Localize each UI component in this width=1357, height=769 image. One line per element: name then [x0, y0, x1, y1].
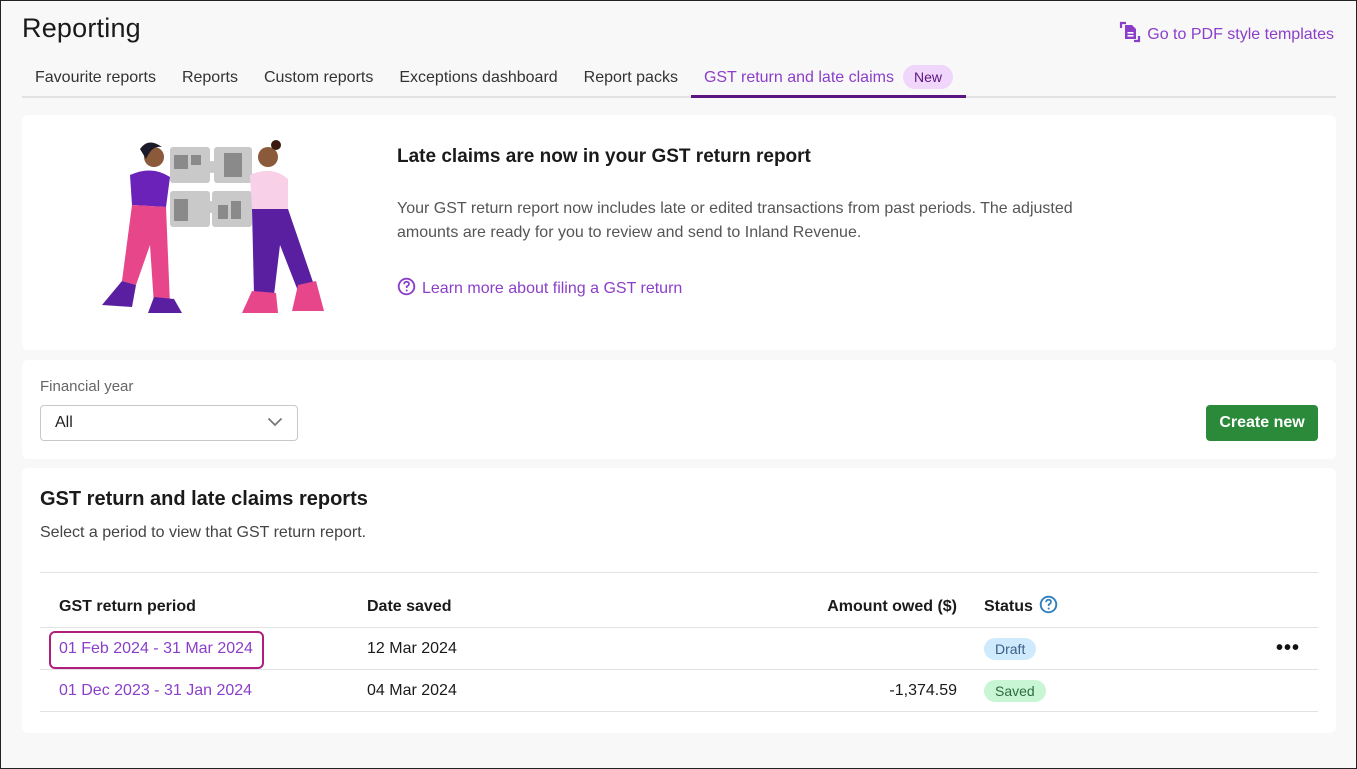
tab-label: Report packs [584, 69, 678, 87]
new-badge: New [903, 65, 953, 89]
column-header-amount-owed: Amount owed ($) [667, 598, 957, 616]
column-header-date-saved: Date saved [367, 598, 667, 616]
tab-label: Reports [182, 69, 238, 87]
reports-title: GST return and late claims reports [40, 488, 368, 511]
banner-description: Your GST return report now includes late… [397, 197, 1077, 245]
period-link[interactable]: 01 Dec 2023 - 31 Jan 2024 [59, 682, 252, 700]
tab-label: Custom reports [264, 69, 373, 87]
status-header-label: Status [984, 598, 1033, 616]
create-new-button[interactable]: Create new [1206, 405, 1318, 441]
banner-title: Late claims are now in your GST return r… [397, 146, 811, 168]
tab-label: GST return and late claims [704, 69, 894, 87]
amount-owed-cell: -1,374.59 [667, 682, 957, 700]
financial-year-label: Financial year [40, 378, 133, 395]
tab-label: Exceptions dashboard [399, 69, 557, 87]
learn-more-link[interactable]: Learn more about filing a GST return [397, 277, 682, 301]
table-row: 01 Feb 2024 - 31 Mar 2024 12 Mar 2024 Dr… [40, 628, 1318, 670]
status-badge: Saved [984, 680, 1046, 702]
help-circle-icon [397, 277, 416, 301]
page-title: Reporting [22, 13, 141, 44]
chevron-down-icon [267, 414, 283, 432]
report-tabs: Favourite reports Reports Custom reports… [22, 61, 1336, 98]
tab-gst-return-late-claims[interactable]: GST return and late claims New [691, 61, 966, 98]
column-header-status: Status [957, 595, 1237, 619]
reports-subtitle: Select a period to view that GST return … [40, 524, 366, 542]
date-saved-cell: 12 Mar 2024 [367, 640, 667, 658]
pdf-templates-label: Go to PDF style templates [1147, 26, 1334, 44]
table-row: 01 Dec 2023 - 31 Jan 2024 04 Mar 2024 -1… [40, 670, 1318, 712]
document-template-icon [1119, 21, 1141, 48]
column-header-period: GST return period [40, 598, 367, 616]
date-saved-cell: 04 Mar 2024 [367, 682, 667, 700]
tab-report-packs[interactable]: Report packs [571, 61, 691, 98]
more-options-icon[interactable]: ••• [1276, 637, 1300, 659]
learn-more-label: Learn more about filing a GST return [422, 280, 682, 298]
tab-custom-reports[interactable]: Custom reports [251, 61, 386, 98]
announcement-banner: Late claims are now in your GST return r… [22, 115, 1336, 350]
filter-panel: Financial year All Create new [22, 360, 1336, 459]
financial-year-select[interactable]: All [40, 405, 298, 441]
table-header-row: GST return period Date saved Amount owed… [40, 573, 1318, 628]
period-link[interactable]: 01 Feb 2024 - 31 Mar 2024 [59, 640, 253, 658]
tab-exceptions-dashboard[interactable]: Exceptions dashboard [386, 61, 570, 98]
pdf-templates-link[interactable]: Go to PDF style templates [1119, 21, 1334, 48]
tab-favourite-reports[interactable]: Favourite reports [22, 61, 169, 98]
reports-panel: GST return and late claims reports Selec… [22, 468, 1336, 733]
reports-table: GST return period Date saved Amount owed… [40, 572, 1318, 712]
status-badge: Draft [984, 638, 1036, 660]
financial-year-value: All [55, 414, 73, 432]
tab-reports[interactable]: Reports [169, 61, 251, 98]
tab-label: Favourite reports [35, 69, 156, 87]
help-circle-icon[interactable] [1039, 595, 1058, 619]
puzzle-illustration [92, 135, 332, 325]
